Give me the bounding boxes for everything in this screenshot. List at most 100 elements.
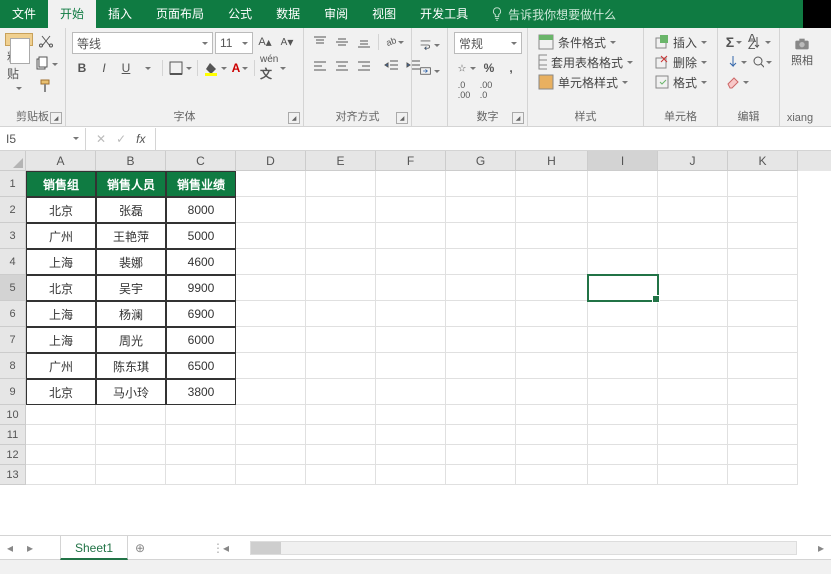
row-header-13[interactable]: 13 [0,465,26,485]
cell-H13[interactable] [516,465,588,485]
tab-view[interactable]: 视图 [360,0,408,28]
cell-B9[interactable]: 马小玲 [96,379,166,405]
hscroll-left[interactable]: ◂ [216,536,236,560]
cell-C4[interactable]: 4600 [166,249,236,275]
cell-E1[interactable] [306,171,376,197]
cell-B5[interactable]: 吴宇 [96,275,166,301]
col-header-G[interactable]: G [446,151,516,171]
underline-button[interactable]: U [116,58,136,78]
cell-A8[interactable]: 广州 [26,353,96,379]
font-size-combo[interactable]: 11 [215,32,253,54]
cell-B1[interactable]: 销售人员 [96,171,166,197]
cell-H7[interactable] [516,327,588,353]
cell-K5[interactable] [728,275,798,301]
cell-I10[interactable] [588,405,658,425]
autosum-button[interactable]: Σ [724,32,744,52]
qat-button[interactable] [803,0,831,28]
cell-B7[interactable]: 周光 [96,327,166,353]
cell-C5[interactable]: 9900 [166,275,236,301]
percent-button[interactable]: % [479,58,499,78]
cell-B10[interactable] [96,405,166,425]
cell-C11[interactable] [166,425,236,445]
cell-A5[interactable]: 北京 [26,275,96,301]
cell-J3[interactable] [658,223,728,249]
cell-K2[interactable] [728,197,798,223]
cell-C1[interactable]: 销售业绩 [166,171,236,197]
cell-E5[interactable] [306,275,376,301]
cell-C12[interactable] [166,445,236,465]
cell-A12[interactable] [26,445,96,465]
cell-J7[interactable] [658,327,728,353]
cell-F9[interactable] [376,379,446,405]
align-dialog-launcher[interactable]: ◢ [396,112,408,124]
decrease-decimal-button[interactable]: .00.0 [476,80,496,100]
cell-H12[interactable] [516,445,588,465]
copy-button[interactable] [33,54,59,74]
cell-F10[interactable] [376,405,446,425]
cell-I13[interactable] [588,465,658,485]
cell-G1[interactable] [446,171,516,197]
cell-E10[interactable] [306,405,376,425]
align-right-button[interactable] [354,56,374,76]
row-header-1[interactable]: 1 [0,171,26,197]
cell-C10[interactable] [166,405,236,425]
cell-K10[interactable] [728,405,798,425]
cell-F7[interactable] [376,327,446,353]
cell-G7[interactable] [446,327,516,353]
cell-G13[interactable] [446,465,516,485]
add-sheet-button[interactable]: ⊕ [128,536,152,560]
cell-I12[interactable] [588,445,658,465]
cell-D8[interactable] [236,353,306,379]
cell-D5[interactable] [236,275,306,301]
cell-J5[interactable] [658,275,728,301]
increase-decimal-button[interactable]: .0.00 [454,80,474,100]
name-box[interactable]: I5 [0,128,86,150]
cell-F8[interactable] [376,353,446,379]
align-center-button[interactable] [332,56,352,76]
sheet-nav-prev[interactable]: ◂ [0,536,20,560]
cell-A2[interactable]: 北京 [26,197,96,223]
comma-button[interactable]: , [501,58,521,78]
cell-K8[interactable] [728,353,798,379]
cell-F3[interactable] [376,223,446,249]
tab-file[interactable]: 文件 [0,0,48,28]
fill-color-button[interactable] [202,58,228,78]
tell-me-search[interactable]: 告诉我你想要做什么 [480,6,626,23]
row-header-7[interactable]: 7 [0,327,26,353]
cell-H2[interactable] [516,197,588,223]
horizontal-scrollbar[interactable] [236,541,811,555]
cell-I3[interactable] [588,223,658,249]
cell-E6[interactable] [306,301,376,327]
wrap-text-button[interactable] [418,32,441,58]
cell-D11[interactable] [236,425,306,445]
format-painter-button[interactable] [33,76,59,96]
cell-J13[interactable] [658,465,728,485]
cell-G2[interactable] [446,197,516,223]
cell-K6[interactable] [728,301,798,327]
cell-E11[interactable] [306,425,376,445]
cell-F4[interactable] [376,249,446,275]
decrease-indent-button[interactable] [382,56,402,76]
cell-E2[interactable] [306,197,376,223]
col-header-E[interactable]: E [306,151,376,171]
tab-page-layout[interactable]: 页面布局 [144,0,216,28]
italic-button[interactable]: I [94,58,114,78]
phonetic-button[interactable]: wén文 [259,58,287,78]
cell-G9[interactable] [446,379,516,405]
format-cells-button[interactable]: 格式 [650,72,711,92]
cell-H4[interactable] [516,249,588,275]
cell-I6[interactable] [588,301,658,327]
bold-button[interactable]: B [72,58,92,78]
col-header-K[interactable]: K [728,151,798,171]
cell-F6[interactable] [376,301,446,327]
select-all-corner[interactable] [0,151,26,171]
cell-B13[interactable] [96,465,166,485]
cell-A4[interactable]: 上海 [26,249,96,275]
row-header-3[interactable]: 3 [0,223,26,249]
merge-button[interactable] [418,58,441,84]
font-name-combo[interactable]: 等线 [72,32,213,54]
cell-A11[interactable] [26,425,96,445]
underline-dropdown[interactable] [138,58,158,78]
insert-cells-button[interactable]: 插入 [650,32,711,52]
conditional-format-button[interactable]: 条件格式 [534,32,637,52]
